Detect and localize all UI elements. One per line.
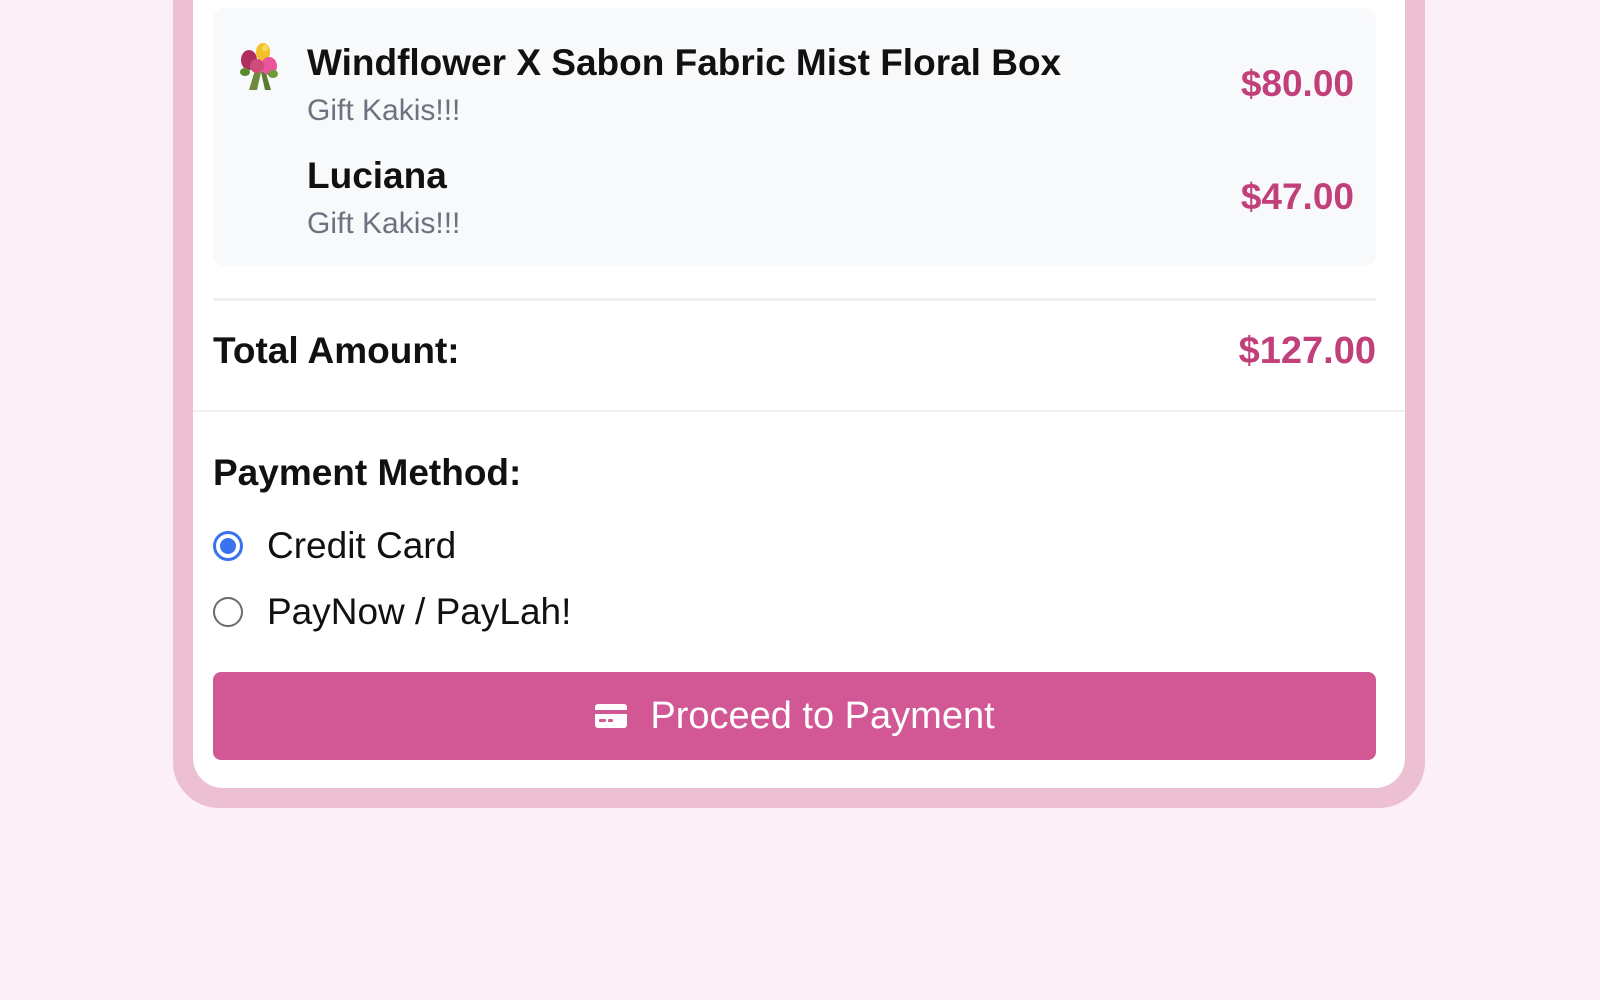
divider <box>213 298 1376 301</box>
item-note: Gift Kakis!!! <box>307 207 461 240</box>
proceed-to-payment-button[interactable]: Proceed to Payment <box>213 672 1376 760</box>
credit-card-icon <box>595 704 628 728</box>
radio-paynow[interactable] <box>213 597 243 627</box>
radio-credit-card[interactable] <box>213 531 243 561</box>
button-label: Proceed to Payment <box>650 694 995 737</box>
order-items-panel: Windflower X Sabon Fabric Mist Floral Bo… <box>213 8 1376 266</box>
item-price: $80.00 <box>1240 63 1354 104</box>
checkout-frame: Windflower X Sabon Fabric Mist Floral Bo… <box>173 0 1425 808</box>
payment-option-paynow[interactable]: PayNow / PayLah! <box>213 590 571 634</box>
checkout-card: Windflower X Sabon Fabric Mist Floral Bo… <box>193 0 1405 788</box>
total-label: Total Amount: <box>213 330 460 371</box>
payment-option-label: PayNow / PayLah! <box>267 591 572 632</box>
payment-option-label: Credit Card <box>267 525 457 566</box>
total-amount: $127.00 <box>1238 330 1376 372</box>
section-divider <box>193 410 1405 412</box>
payment-option-credit-card[interactable]: Credit Card <box>213 524 456 568</box>
bouquet-icon <box>240 43 278 90</box>
item-note: Gift Kakis!!! <box>307 94 461 127</box>
item-name: Windflower X Sabon Fabric Mist Floral Bo… <box>307 42 1062 83</box>
item-price: $47.00 <box>1240 176 1354 217</box>
payment-method-title: Payment Method: <box>213 452 522 493</box>
item-name: Luciana <box>307 155 447 196</box>
